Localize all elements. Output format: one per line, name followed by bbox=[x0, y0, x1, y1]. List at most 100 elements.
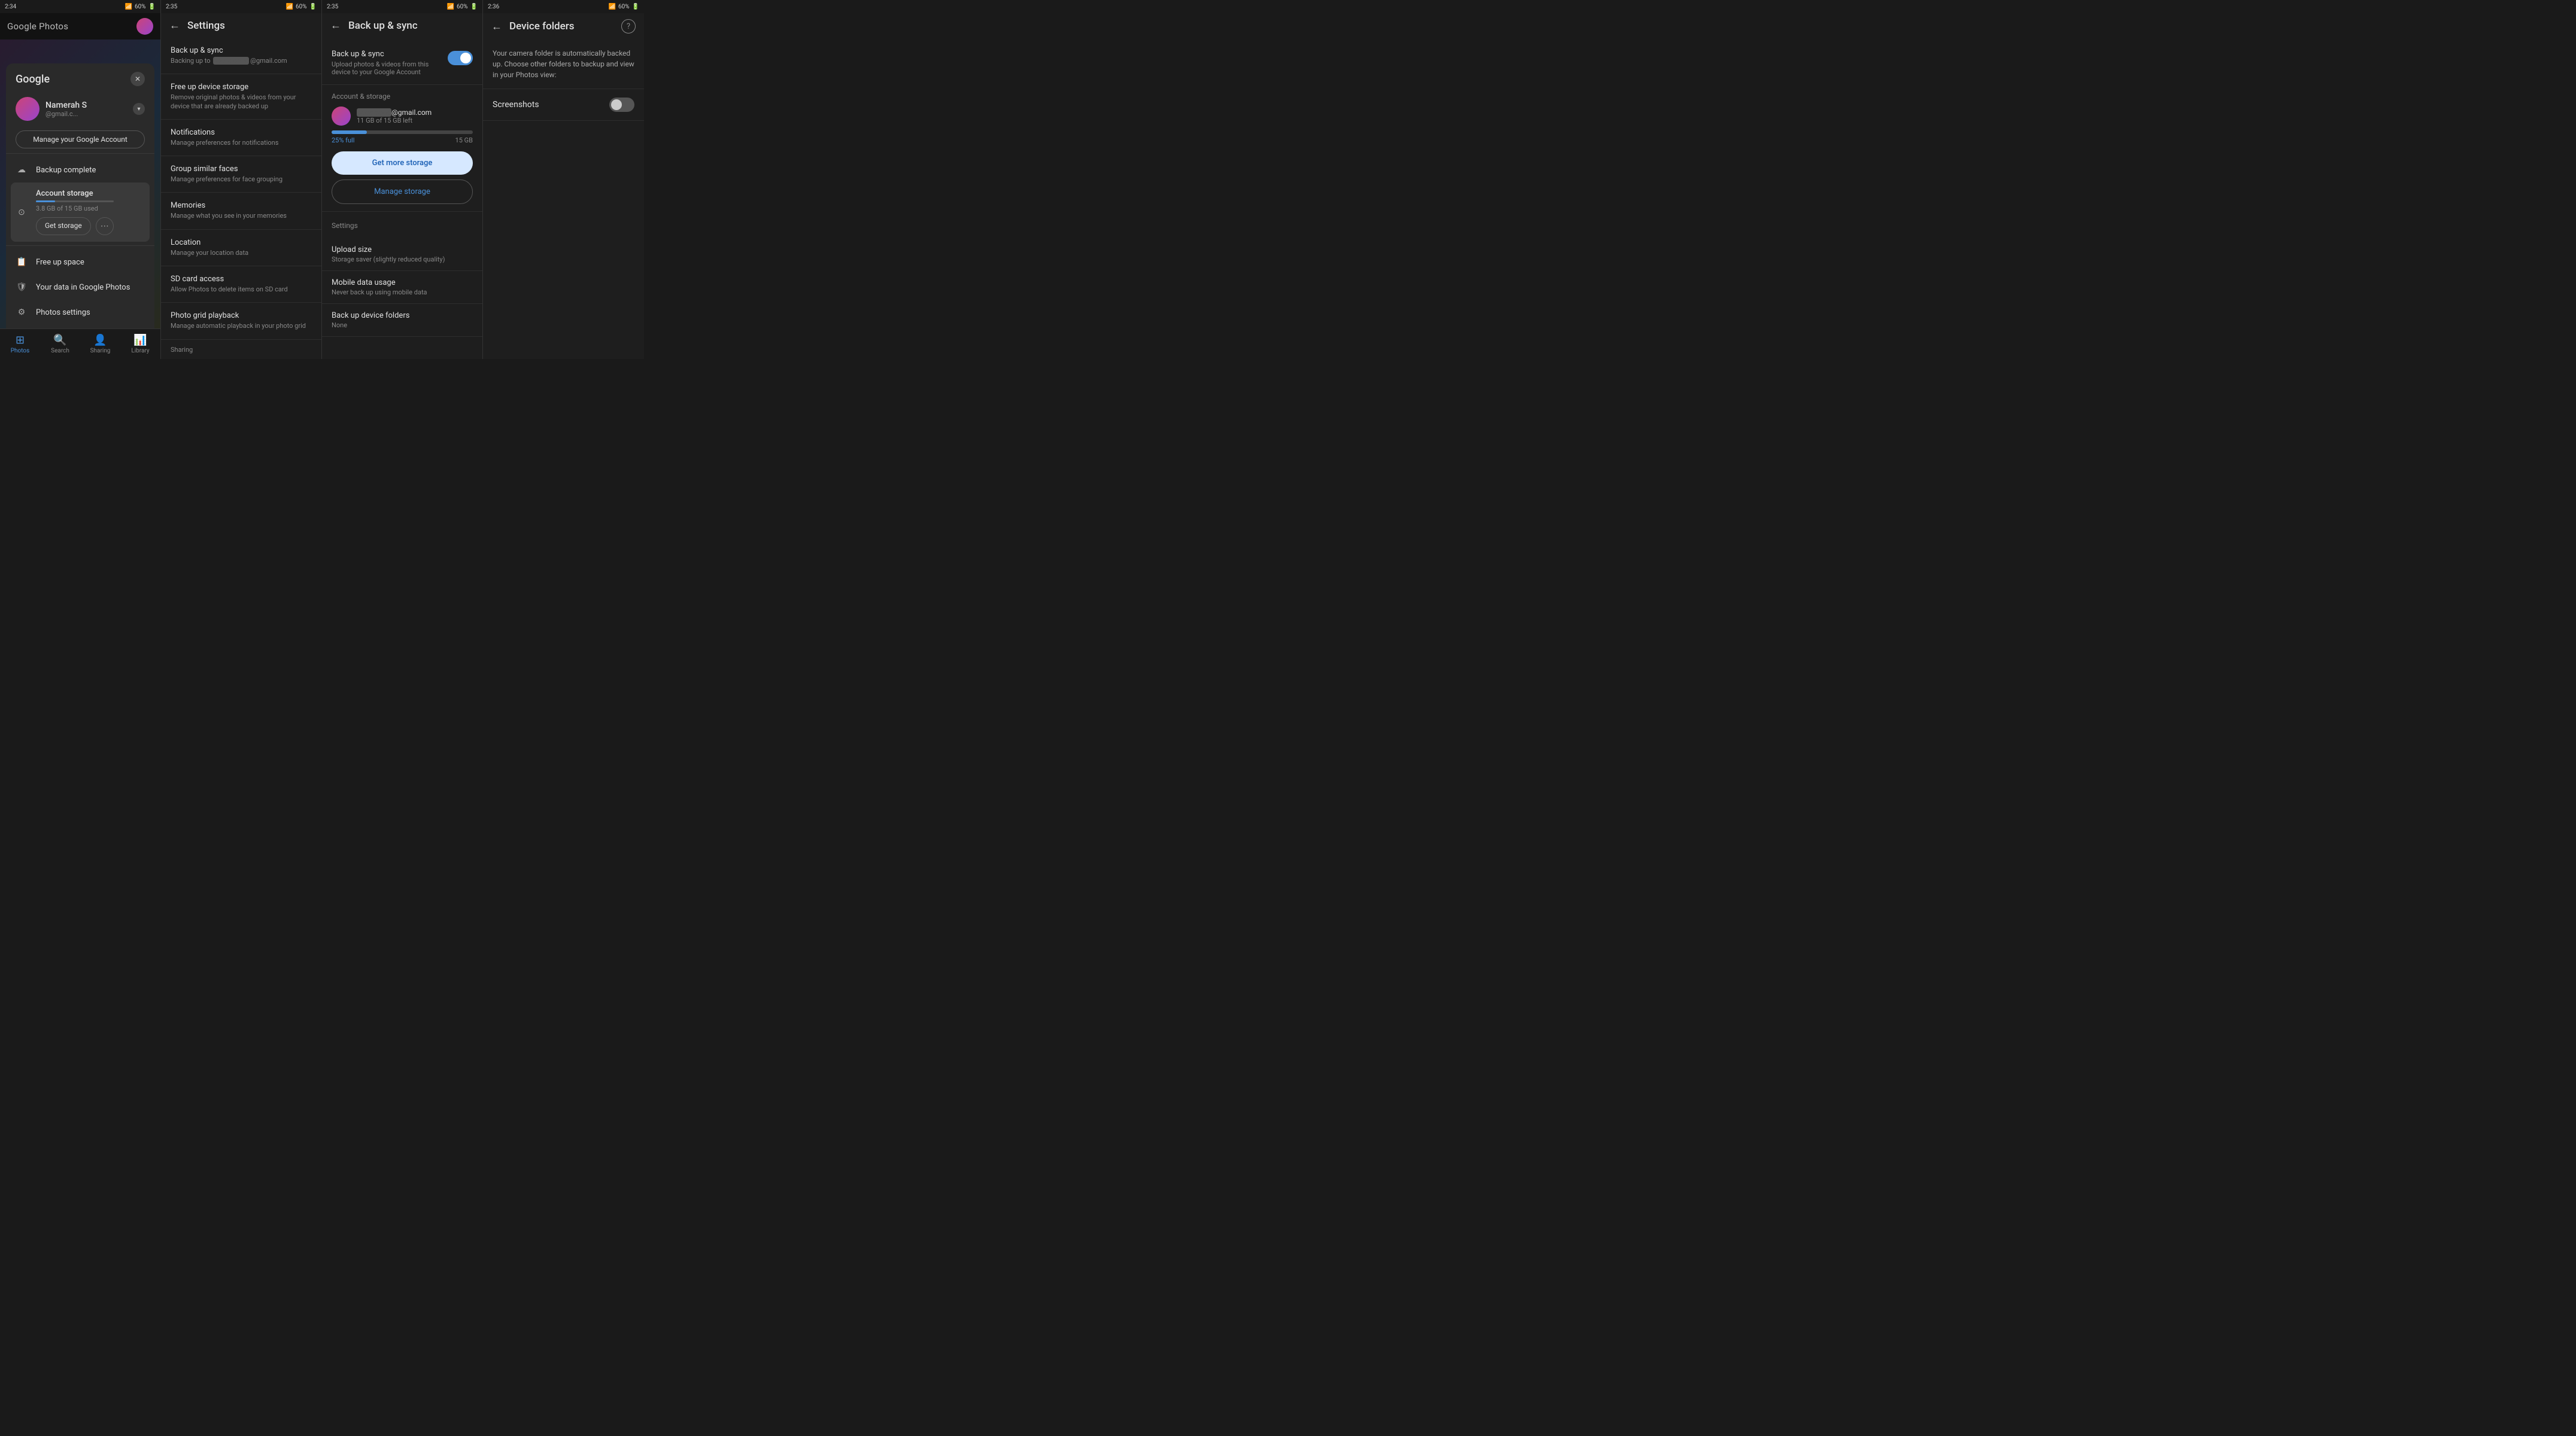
panel-settings: 2:35 📶 60% 🔋 ← Settings Back up & sync B… bbox=[161, 0, 322, 359]
shield-icon: 🛡 bbox=[16, 281, 28, 293]
drawer-item-free-space[interactable]: 📋 Free up space bbox=[6, 250, 154, 275]
toggle-knob bbox=[460, 53, 471, 63]
settings-item-backup-sub: Backing up to ●●●●●●●●●@gmail.com bbox=[171, 57, 312, 65]
status-time-1: 2:34 bbox=[5, 4, 16, 10]
get-storage-button[interactable]: Get storage bbox=[36, 217, 91, 235]
panel-google-photos: 2:34 📶 60% 🔋 Google Photos Google ✕ Na bbox=[0, 0, 161, 359]
search-nav-label: Search bbox=[51, 348, 69, 354]
storage-used-text: 3.8 GB of 15 GB used bbox=[36, 205, 114, 212]
mobile-data-sub: Never back up using mobile data bbox=[332, 288, 473, 296]
status-bar-1: 2:34 📶 60% 🔋 bbox=[0, 0, 160, 13]
back-button-device-folders[interactable]: ← bbox=[491, 20, 502, 33]
settings-item-location-sub: Manage your location data bbox=[171, 249, 312, 257]
drawer-item-storage[interactable]: ⊙ Account storage 3.8 GB of 15 GB used G… bbox=[11, 182, 150, 242]
backup-section: Back up & sync Upload photos & videos fr… bbox=[322, 38, 482, 359]
sharing-nav-icon: 👤 bbox=[93, 334, 107, 346]
photos-settings-label: Photos settings bbox=[36, 308, 90, 317]
storage-bar-labels: 25% full 15 GB bbox=[332, 136, 473, 144]
sharing-section-label: Sharing bbox=[161, 340, 321, 356]
avatar[interactable] bbox=[136, 18, 153, 35]
library-nav-icon: 📊 bbox=[133, 334, 147, 346]
drawer-user-name: Namerah S bbox=[45, 101, 87, 110]
nav-sharing[interactable]: 👤 Sharing bbox=[80, 329, 120, 359]
storage-info: Account storage 3.8 GB of 15 GB used Get… bbox=[36, 189, 114, 235]
backup-folders-row[interactable]: Back up device folders None bbox=[322, 304, 482, 337]
photos-app-title: Google Photos bbox=[7, 21, 68, 32]
drawer-item-settings[interactable]: ⚙ Photos settings bbox=[6, 300, 154, 325]
settings-section-label: Settings bbox=[322, 217, 482, 232]
back-button-backup[interactable]: ← bbox=[330, 19, 341, 32]
settings-title: Settings bbox=[187, 20, 225, 32]
settings-item-location[interactable]: Location Manage your location data bbox=[161, 230, 321, 266]
folder-item-screenshots[interactable]: Screenshots bbox=[483, 89, 644, 121]
drawer-item-your-data[interactable]: 🛡 Your data in Google Photos bbox=[6, 275, 154, 300]
close-button[interactable]: ✕ bbox=[130, 72, 145, 86]
drawer: Google ✕ Namerah S @gmail.c... ▾ Manage … bbox=[6, 63, 154, 328]
help-circle-icon[interactable]: ? bbox=[621, 19, 636, 34]
settings-item-backup-sync[interactable]: Back up & sync Backing up to ●●●●●●●●●@g… bbox=[161, 38, 321, 74]
status-bar-3: 2:35 📶 60% 🔋 bbox=[322, 0, 482, 13]
back-button-settings[interactable]: ← bbox=[169, 19, 180, 32]
chevron-down-icon[interactable]: ▾ bbox=[133, 103, 145, 115]
search-nav-icon: 🔍 bbox=[53, 334, 66, 346]
screenshots-toggle-knob bbox=[611, 99, 622, 110]
device-folders-content: Your camera folder is automatically back… bbox=[483, 39, 644, 359]
sharing-nav-label: Sharing bbox=[90, 348, 111, 354]
library-nav-label: Library bbox=[131, 348, 149, 354]
settings-item-grid-playback[interactable]: Photo grid playback Manage automatic pla… bbox=[161, 303, 321, 339]
get-more-storage-button[interactable]: Get more storage bbox=[332, 151, 473, 175]
settings-item-notif-title: Notifications bbox=[171, 128, 312, 137]
status-time-3: 2:35 bbox=[327, 4, 338, 10]
mobile-data-row[interactable]: Mobile data usage Never back up using mo… bbox=[322, 271, 482, 304]
photos-nav-label: Photos bbox=[11, 348, 30, 354]
more-options-button[interactable]: ⋯ bbox=[96, 217, 114, 235]
nav-search[interactable]: 🔍 Search bbox=[40, 329, 80, 359]
account-storage-label: Account & storage bbox=[332, 92, 473, 101]
status-time-2: 2:35 bbox=[166, 4, 177, 10]
device-folders-info: Your camera folder is automatically back… bbox=[483, 39, 644, 89]
settings-item-free-storage[interactable]: Free up device storage Remove original p… bbox=[161, 74, 321, 120]
status-icons-1: 📶 60% 🔋 bbox=[125, 4, 156, 10]
backup-toggle-row: Back up & sync Upload photos & videos fr… bbox=[322, 44, 482, 85]
settings-item-faces-sub: Manage preferences for face grouping bbox=[171, 175, 312, 184]
drawer-user-email: @gmail.c... bbox=[45, 110, 87, 118]
settings-item-faces[interactable]: Group similar faces Manage preferences f… bbox=[161, 156, 321, 193]
backup-settings-section: Settings Upload size Storage saver (slig… bbox=[322, 212, 482, 342]
account-row: ●●●●●●●●@gmail.com 11 GB of 15 GB left bbox=[332, 107, 473, 126]
drawer-divider-2 bbox=[6, 245, 154, 246]
drawer-account-info: Namerah S @gmail.c... bbox=[45, 101, 87, 118]
settings-item-memories[interactable]: Memories Manage what you see in your mem… bbox=[161, 193, 321, 229]
settings-item-notif-sub: Manage preferences for notifications bbox=[171, 139, 312, 147]
screenshots-toggle[interactable] bbox=[609, 98, 634, 112]
manage-storage-button[interactable]: Manage storage bbox=[332, 180, 473, 204]
backup-toggle-title: Back up & sync bbox=[332, 50, 448, 59]
backup-toggle-sub: Upload photos & videos from this device … bbox=[332, 60, 448, 76]
storage-icon: ⊙ bbox=[16, 206, 28, 218]
photos-header: Google Photos bbox=[0, 13, 160, 39]
settings-item-partner[interactable]: Partner sharing Automatically share phot… bbox=[161, 356, 321, 359]
mobile-data-title: Mobile data usage bbox=[332, 278, 473, 287]
account-storage-section: Account & storage ●●●●●●●●@gmail.com 11 … bbox=[322, 85, 482, 212]
upload-size-row[interactable]: Upload size Storage saver (slightly redu… bbox=[322, 238, 482, 271]
drawer-item-backup[interactable]: ☁ Backup complete bbox=[6, 157, 154, 182]
folder-name-screenshots: Screenshots bbox=[493, 100, 539, 109]
nav-library[interactable]: 📊 Library bbox=[120, 329, 160, 359]
storage-bar-large-bg bbox=[332, 130, 473, 134]
photos-nav-icon: ⊞ bbox=[16, 334, 25, 346]
device-folders-title: Device folders bbox=[509, 20, 575, 32]
nav-photos[interactable]: ⊞ Photos bbox=[0, 329, 40, 359]
status-icons-3: 📶 60% 🔋 bbox=[447, 4, 478, 10]
settings-item-sd-card[interactable]: SD card access Allow Photos to delete it… bbox=[161, 266, 321, 303]
free-space-icon: 📋 bbox=[16, 256, 28, 268]
backup-folders-title: Back up device folders bbox=[332, 311, 473, 320]
manage-account-button[interactable]: Manage your Google Account bbox=[16, 130, 145, 148]
settings-item-faces-title: Group similar faces bbox=[171, 165, 312, 174]
panel-backup-sync: 2:35 📶 60% 🔋 ← Back up & sync Back up & … bbox=[322, 0, 483, 359]
settings-item-memories-sub: Manage what you see in your memories bbox=[171, 212, 312, 220]
settings-header: ← Settings bbox=[161, 13, 321, 38]
settings-list: Back up & sync Backing up to ●●●●●●●●●@g… bbox=[161, 38, 321, 359]
backup-toggle-switch[interactable] bbox=[448, 51, 473, 65]
drawer-avatar bbox=[16, 97, 40, 121]
cloud-icon: ☁ bbox=[16, 164, 28, 176]
settings-item-notifications[interactable]: Notifications Manage preferences for not… bbox=[161, 120, 321, 156]
